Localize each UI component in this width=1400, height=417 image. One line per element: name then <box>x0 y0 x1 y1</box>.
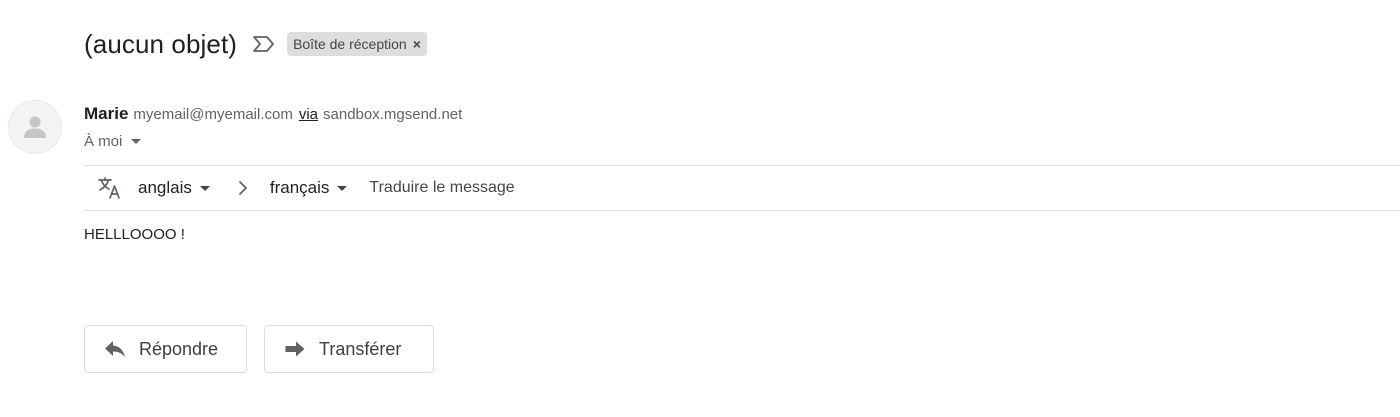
person-silhouette-icon <box>24 116 46 138</box>
inbox-label-chip[interactable]: Boîte de réception × <box>287 32 427 56</box>
reply-button-label: Répondre <box>139 338 219 359</box>
via-link[interactable]: via <box>299 106 318 123</box>
inbox-label-text: Boîte de réception <box>293 36 407 52</box>
recipient-label: À moi <box>84 132 123 150</box>
chevron-down-icon <box>199 185 210 191</box>
sender-email: myemail@myemail.com <box>133 105 293 123</box>
translate-icon <box>96 174 124 202</box>
forward-button-label: Transférer <box>319 338 402 359</box>
forward-button[interactable]: Transférer <box>264 325 434 373</box>
translate-message-link[interactable]: Traduire le message <box>369 179 514 197</box>
sender-name[interactable]: Marie <box>84 104 128 124</box>
source-language-select[interactable]: anglais <box>138 178 210 198</box>
sender-info: Marie myemail@myemail.com via sandbox.mg… <box>84 102 462 126</box>
importance-marker-icon[interactable] <box>251 33 277 55</box>
chevron-down-icon <box>131 138 142 144</box>
sender-domain: sandbox.mgsend.net <box>323 105 463 123</box>
chevron-down-icon <box>337 185 348 191</box>
message-body: HELLLOOOO ! <box>84 226 185 243</box>
target-language-select[interactable]: français <box>270 178 348 198</box>
source-language-label: anglais <box>138 178 192 197</box>
chevron-right-icon <box>236 181 250 195</box>
sender-avatar[interactable] <box>8 100 62 154</box>
subject-header: (aucun objet) Boîte de réception × <box>84 24 427 64</box>
reply-arrow-icon <box>103 337 127 361</box>
target-language-label: français <box>269 178 330 197</box>
translation-bar-divider-bottom <box>84 210 1400 211</box>
remove-label-button[interactable]: × <box>413 37 421 51</box>
forward-arrow-icon <box>283 337 307 361</box>
recipient-details-toggle[interactable]: À moi <box>84 130 142 152</box>
translation-bar: anglais français Traduire le message <box>84 166 1400 210</box>
email-subject: (aucun objet) <box>84 28 238 59</box>
reply-button[interactable]: Répondre <box>84 325 247 373</box>
